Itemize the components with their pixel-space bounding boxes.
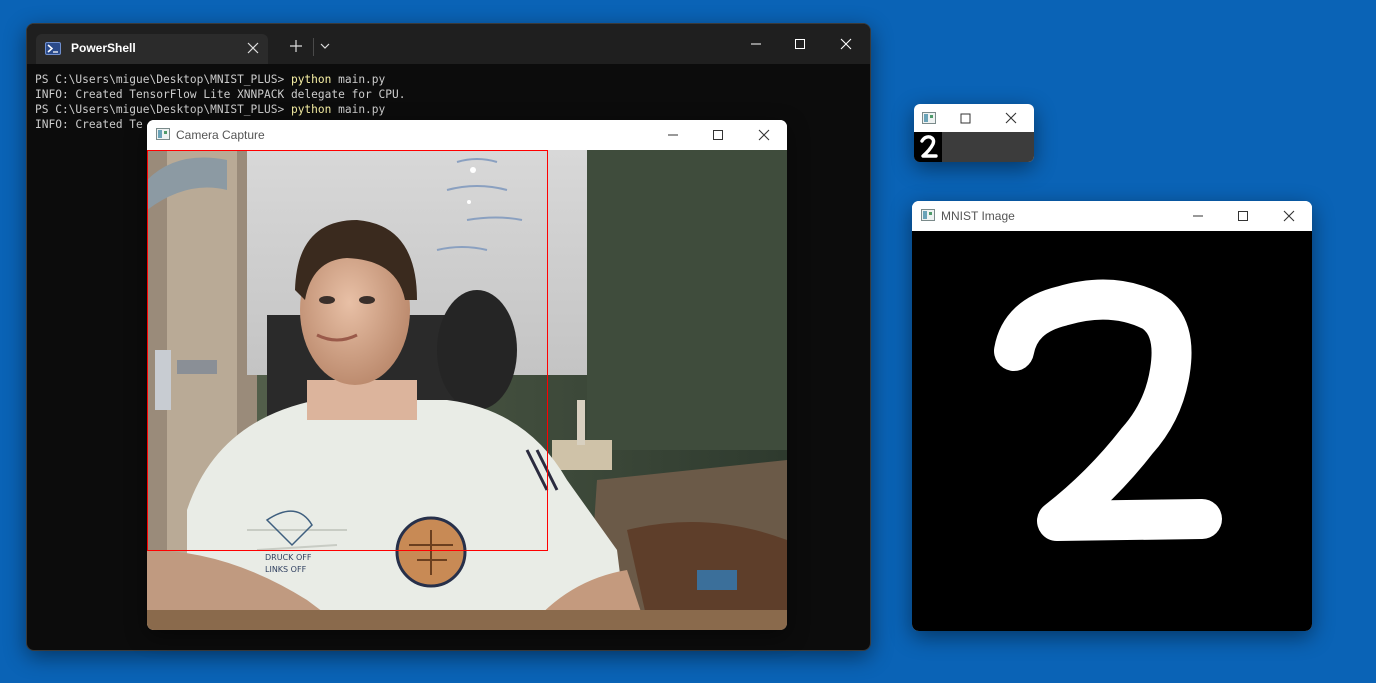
minimize-icon[interactable] — [1176, 201, 1220, 234]
tab-powershell[interactable]: PowerShell — [36, 34, 268, 64]
opencv-window-icon — [156, 128, 170, 140]
new-tab-icon[interactable] — [286, 36, 306, 56]
camera-feed: DRUCK OFF LINKS OFF — [147, 150, 787, 630]
webcam-image: DRUCK OFF LINKS OFF — [147, 150, 787, 630]
maximize-icon[interactable] — [778, 26, 822, 62]
tab-divider — [313, 38, 314, 56]
close-icon[interactable] — [742, 120, 786, 153]
console-line: INFO: Created TensorFlow Lite XNNPACK de… — [35, 88, 406, 101]
close-tab-icon[interactable] — [243, 38, 263, 58]
mnist-image-window[interactable]: MNIST Image — [912, 201, 1312, 631]
maximize-icon[interactable] — [1221, 201, 1265, 234]
prediction-image — [914, 132, 1034, 162]
chevron-down-icon[interactable] — [317, 38, 333, 54]
terminal-titlebar[interactable]: PowerShell — [27, 24, 870, 64]
svg-text:DRUCK OFF: DRUCK OFF — [265, 553, 312, 562]
tab-label: PowerShell — [71, 41, 136, 55]
opencv-window-icon — [922, 112, 936, 124]
mnist-titlebar[interactable]: MNIST Image — [912, 201, 1312, 231]
powershell-icon — [45, 42, 61, 55]
digit-two-drawing — [994, 279, 1222, 541]
window-title: Camera Capture — [176, 128, 265, 142]
svg-text:LINKS OFF: LINKS OFF — [265, 565, 307, 574]
camera-titlebar[interactable]: Camera Capture — [147, 120, 787, 150]
opencv-window-icon — [921, 209, 935, 221]
camera-capture-window[interactable]: Camera Capture DRUCK OFF LINKS OFF — [147, 120, 787, 630]
prediction-window[interactable] — [914, 104, 1034, 162]
console-line: PS C:\Users\migue\Desktop\MNIST_PLUS> py… — [35, 73, 386, 86]
close-icon[interactable] — [1267, 201, 1311, 234]
window-title: MNIST Image — [941, 209, 1015, 223]
close-icon[interactable] — [824, 26, 868, 62]
minimize-icon[interactable] — [651, 120, 695, 153]
mnist-digit-canvas — [912, 231, 1312, 631]
mnist-thumbnail — [914, 132, 942, 162]
console-line: PS C:\Users\migue\Desktop\MNIST_PLUS> py… — [35, 103, 386, 116]
minimize-icon[interactable] — [734, 26, 778, 62]
maximize-icon[interactable] — [696, 120, 740, 153]
